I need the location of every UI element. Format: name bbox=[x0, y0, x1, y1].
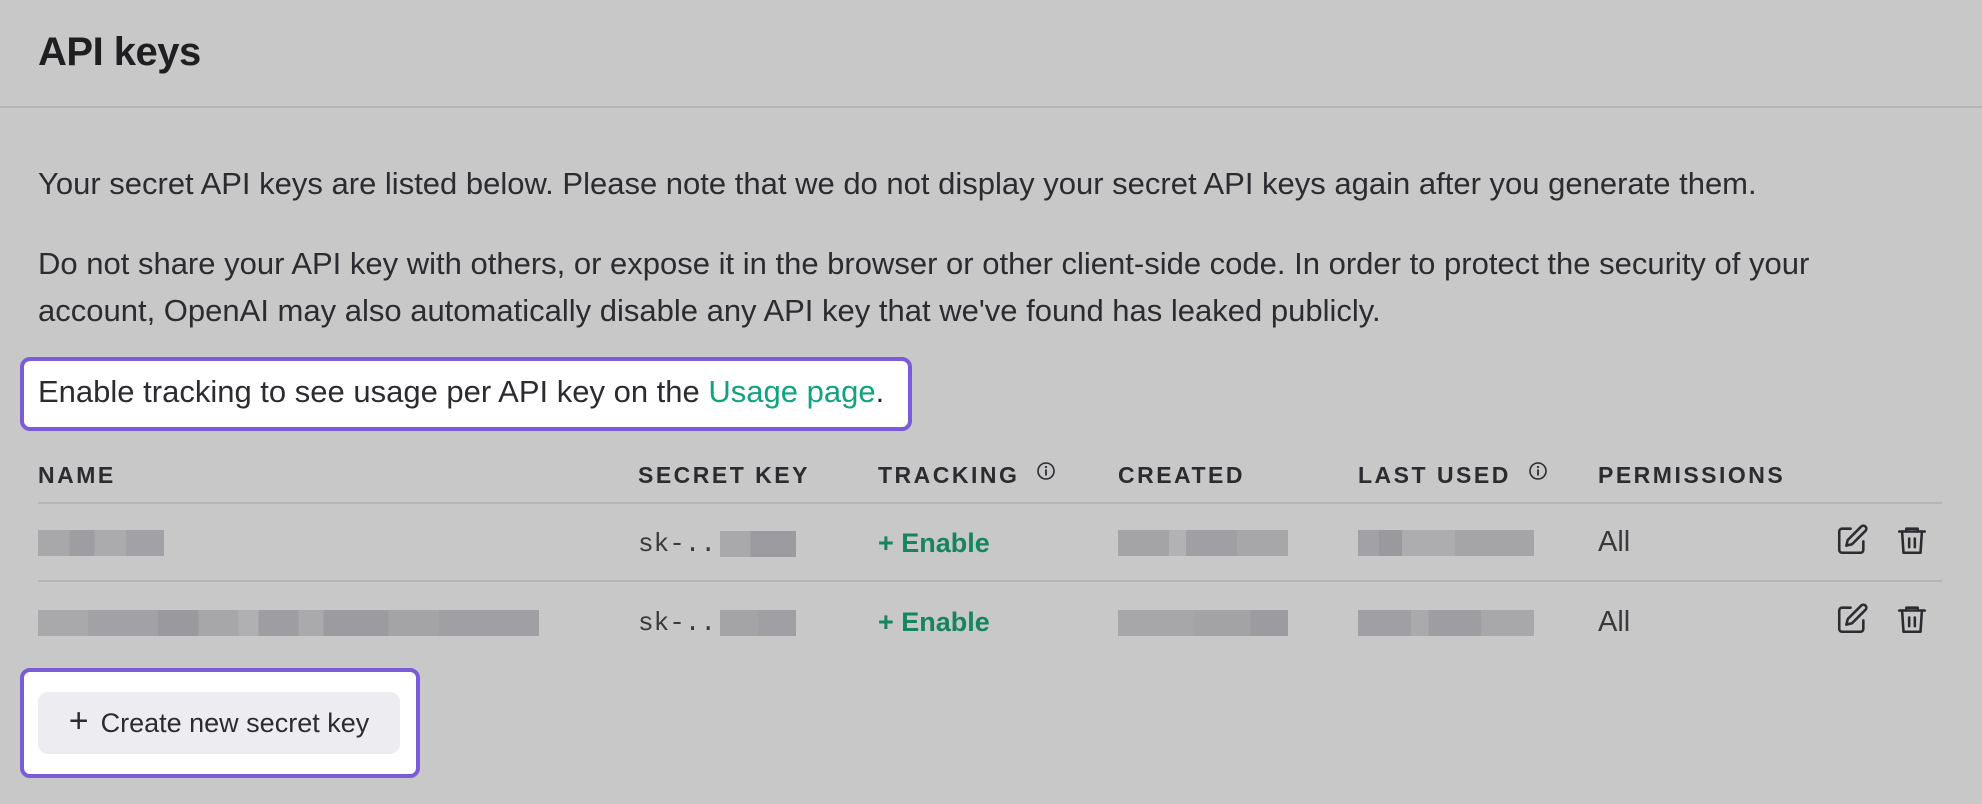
table-divider bbox=[38, 502, 1942, 504]
edit-icon[interactable] bbox=[1835, 602, 1869, 636]
info-icon[interactable] bbox=[1528, 460, 1548, 487]
column-header-last-used-label: LAST USED bbox=[1358, 462, 1511, 488]
intro-paragraph-2: Do not share your API key with others, o… bbox=[38, 246, 1810, 328]
trash-icon[interactable] bbox=[1895, 523, 1929, 557]
redacted-secret-key bbox=[720, 531, 796, 557]
tracking-notice-text: Enable tracking to see usage per API key… bbox=[38, 374, 709, 409]
column-header-created: CREATED bbox=[1118, 462, 1245, 488]
trash-icon[interactable] bbox=[1895, 602, 1929, 636]
column-header-name: NAME bbox=[38, 462, 116, 488]
page-title: API keys bbox=[38, 30, 201, 74]
redacted-created-date bbox=[1118, 610, 1288, 636]
enable-tracking-link[interactable]: + Enable bbox=[878, 607, 990, 638]
page-header: API keys bbox=[0, 0, 1982, 108]
redacted-last-used bbox=[1358, 610, 1534, 636]
redacted-key-name bbox=[38, 610, 539, 636]
create-new-secret-key-button[interactable]: + Create new secret key bbox=[38, 692, 400, 754]
table-divider bbox=[38, 580, 1942, 582]
permissions-value: All bbox=[1598, 526, 1631, 558]
column-header-tracking-label: TRACKING bbox=[878, 462, 1020, 488]
column-header-tracking: TRACKING bbox=[878, 462, 1056, 490]
usage-page-link[interactable]: Usage page bbox=[708, 374, 875, 409]
secret-key-prefix: sk-.. bbox=[638, 529, 717, 559]
redacted-last-used bbox=[1358, 530, 1534, 556]
plus-icon: + bbox=[68, 702, 89, 740]
permissions-value: All bbox=[1598, 606, 1631, 638]
secret-key-prefix: sk-.. bbox=[638, 608, 717, 638]
tracking-notice: Enable tracking to see usage per API key… bbox=[38, 370, 884, 414]
column-header-secret-key: SECRET KEY bbox=[638, 462, 810, 488]
enable-tracking-link[interactable]: + Enable bbox=[878, 528, 990, 559]
info-icon[interactable] bbox=[1036, 460, 1056, 487]
create-button-label: Create new secret key bbox=[100, 707, 370, 738]
tracking-notice-suffix: . bbox=[875, 374, 885, 409]
redacted-secret-key bbox=[720, 610, 796, 636]
intro-paragraph-1: Your secret API keys are listed below. P… bbox=[38, 166, 1757, 201]
column-header-permissions: PERMISSIONS bbox=[1598, 462, 1786, 488]
redacted-key-name bbox=[38, 530, 164, 556]
column-header-last-used: LAST USED bbox=[1358, 462, 1548, 490]
redacted-created-date bbox=[1118, 530, 1288, 556]
edit-icon[interactable] bbox=[1835, 523, 1869, 557]
